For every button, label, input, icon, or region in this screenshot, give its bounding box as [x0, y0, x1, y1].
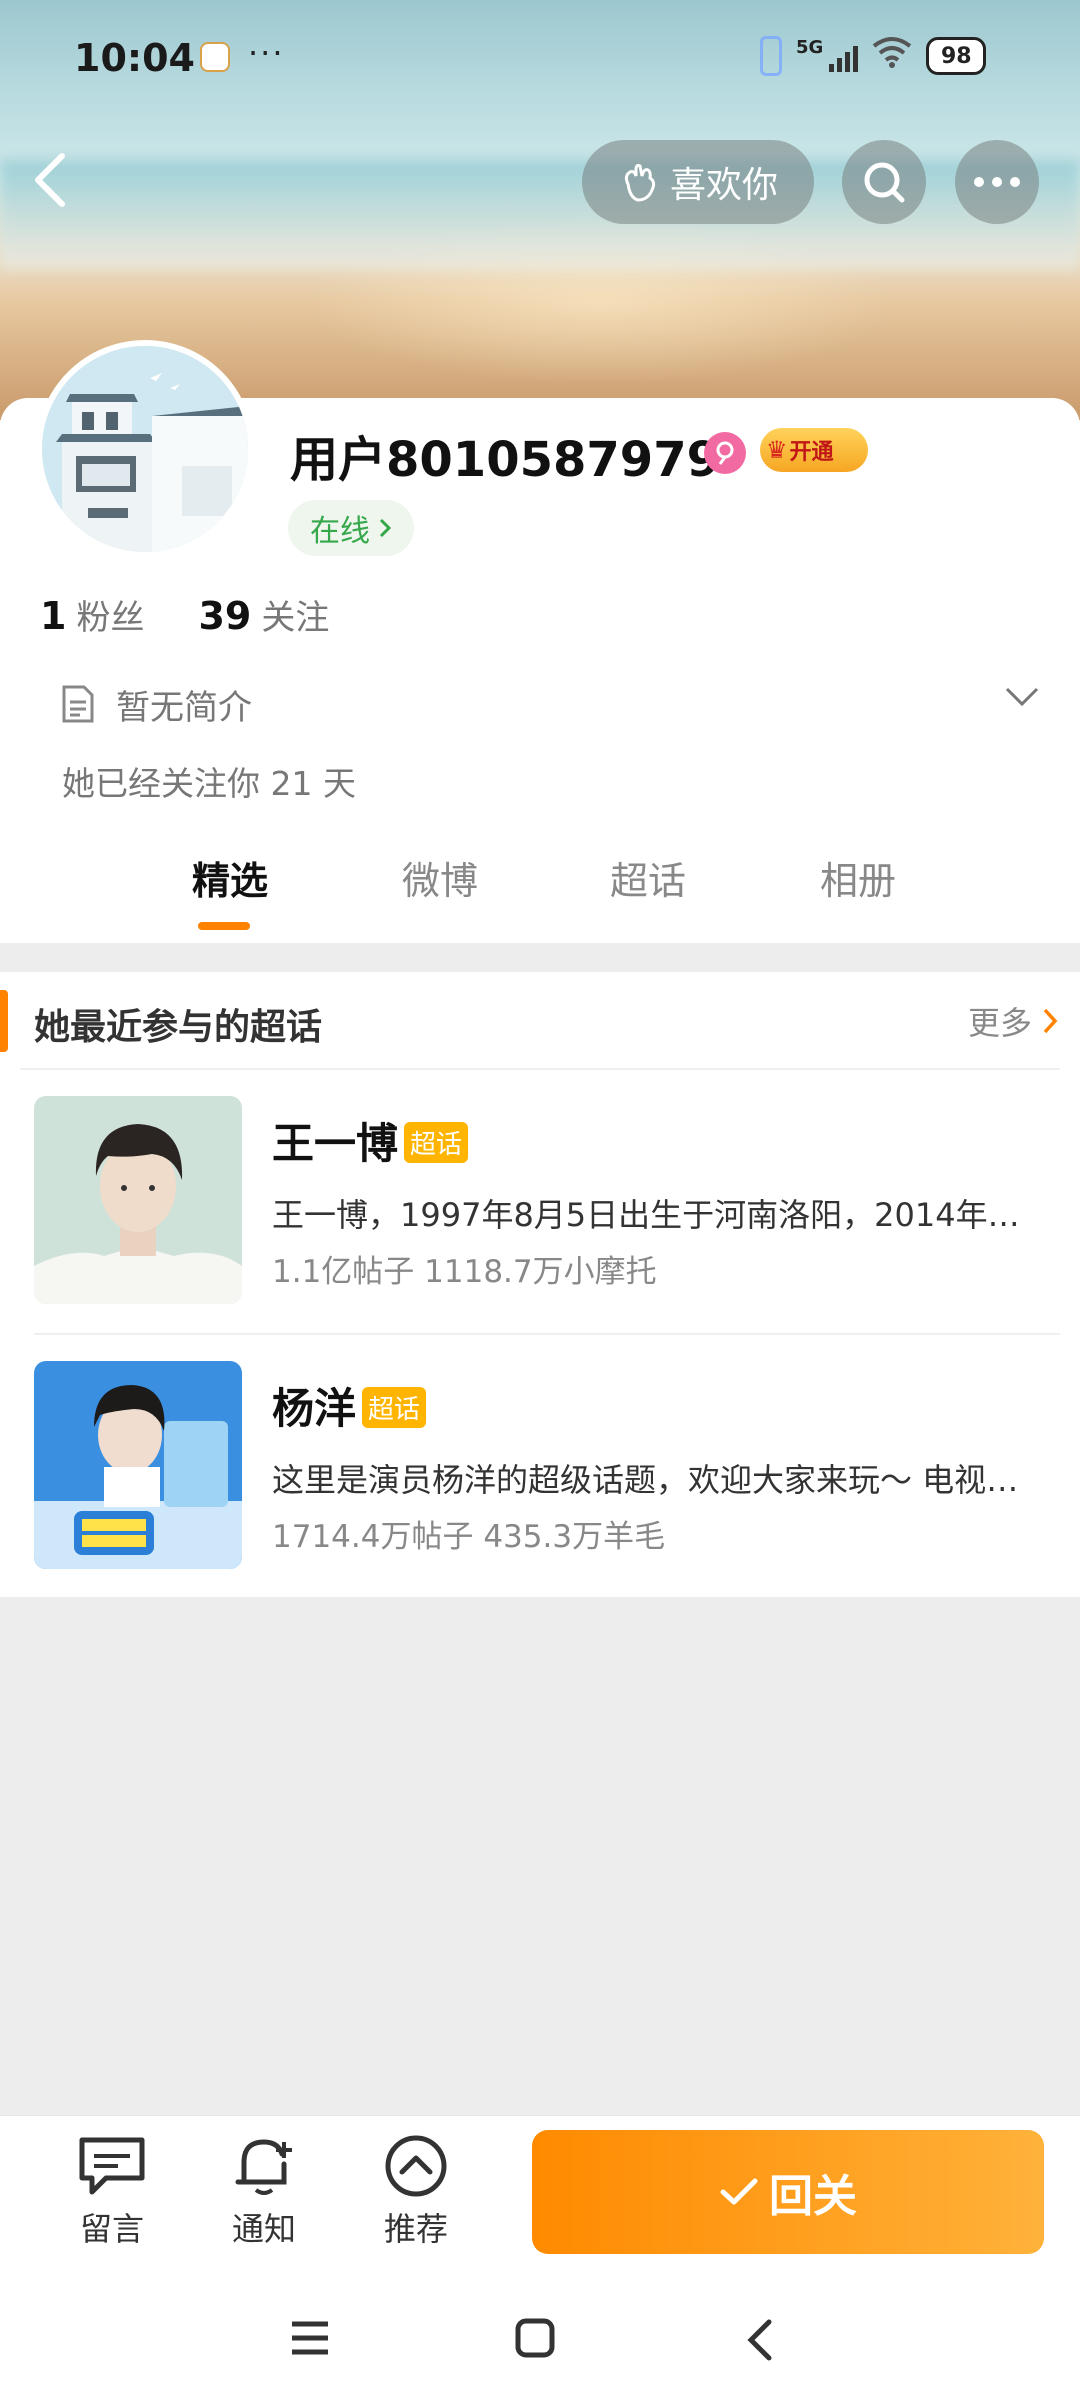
topic-name-text: 杨洋 — [272, 1384, 357, 1433]
topic-stats: 1714.4万帖子 435.3万羊毛 — [272, 1519, 666, 1555]
topic-name-text: 王一博 — [272, 1119, 399, 1168]
search-icon — [864, 162, 905, 203]
like-you-button[interactable]: 喜欢你 — [582, 140, 814, 224]
chat-bubble-icon — [79, 2137, 145, 2195]
tab-featured[interactable]: 精选 — [150, 850, 310, 905]
menu-icon[interactable] — [290, 2320, 330, 2356]
follow-back-button[interactable]: 回关 — [532, 2130, 1044, 2254]
recommend-label: 推荐 — [383, 2210, 448, 2248]
chevron-right-icon — [379, 518, 392, 538]
list-item[interactable]: 王一博超话 王一博，1997年8月5日出生于河南洛阳，2014年以组合UNIQ成… — [0, 1070, 1080, 1335]
back-triangle-icon[interactable] — [745, 2318, 775, 2362]
like-you-label: 喜欢你 — [669, 165, 778, 206]
following-count[interactable]: 39 — [198, 594, 251, 638]
online-status-label: 在线 — [310, 514, 370, 549]
topic-cover-image — [34, 1096, 242, 1304]
bio-row[interactable]: 暂无简介 — [60, 676, 1040, 732]
battery-icon: 98 — [926, 37, 987, 75]
network-type: 5G — [796, 36, 824, 58]
avatar[interactable] — [36, 340, 254, 558]
signal-icon — [829, 40, 859, 72]
tab-weibo[interactable]: 微博 — [360, 850, 520, 905]
topic-description: 这里是演员杨洋的超级话题，欢迎大家来玩～ 电视剧作品 — [272, 1461, 1032, 1499]
document-icon — [62, 685, 94, 723]
hand-heart-icon — [624, 163, 656, 202]
more-options-button[interactable] — [955, 140, 1039, 224]
recent-super-topics-section: 她最近参与的超话 更多 王一博 超话 王一博，1997年8月5日出生于河南洛阳，2… — [0, 972, 1080, 1597]
vip-open-label: 开通 — [789, 440, 834, 465]
followers-label[interactable]: 粉丝 — [76, 590, 144, 639]
back-button[interactable] — [30, 150, 80, 216]
home-square-icon[interactable] — [515, 2318, 555, 2358]
wifi-icon — [872, 36, 912, 76]
topic-description: 王一博，1997年8月5日出生于河南洛阳，2014年以组合UNIQ成员身份出道 — [272, 1196, 1032, 1234]
more-label: 更多 — [967, 1004, 1032, 1042]
topic-name: 王一博 超话 — [272, 1110, 469, 1171]
topic-cover-image — [34, 1361, 242, 1569]
follow-stats: 1 粉丝 39 关注 — [40, 590, 373, 639]
status-bar: 10:04 ··· 5G 98 — [0, 30, 1080, 90]
status-right-group: 5G 98 — [760, 34, 987, 78]
profile-tabs: 精选 微博 超话 相册 — [0, 850, 1080, 940]
message-label: 留言 — [79, 2210, 144, 2248]
username: 用户8010587979 — [290, 432, 720, 488]
chevron-down-icon[interactable] — [1004, 686, 1040, 708]
active-tab-indicator — [198, 922, 250, 930]
vibrate-icon — [760, 36, 782, 76]
message-button[interactable]: 留言 — [52, 2134, 172, 2250]
crown-icon: ♛ — [766, 436, 788, 464]
more-horizontal-icon — [974, 177, 1020, 187]
recommend-button[interactable]: 推荐 — [356, 2134, 476, 2250]
notify-button[interactable]: 通知 — [204, 2134, 324, 2250]
vip-open-badge[interactable]: ♛ 开通 — [760, 428, 868, 472]
followers-count[interactable]: 1 — [40, 594, 66, 638]
female-gender-icon — [704, 432, 746, 474]
system-nav-bar — [0, 2280, 1080, 2400]
follow-back-label: 回关 — [769, 2171, 857, 2222]
search-button[interactable] — [842, 140, 926, 224]
notify-label: 通知 — [231, 2210, 296, 2248]
list-item[interactable]: 杨洋 超话 这里是演员杨洋的超级话题，欢迎大家来玩～ 电视剧作品 1714.4万帖… — [0, 1335, 1080, 1600]
chevron-right-icon — [1043, 1008, 1058, 1034]
follow-duration-note: 她已经关注你 21 天 — [62, 764, 356, 803]
status-time: 10:04 — [74, 36, 195, 80]
topic-name: 杨洋 超话 — [272, 1375, 427, 1436]
section-title: 她最近参与的超话 — [34, 1007, 323, 1048]
super-topic-tag: 超话 — [404, 1122, 469, 1163]
topic-stats: 1.1亿帖子 1118.7万小摩托 — [272, 1254, 657, 1290]
app-notification-icon — [200, 42, 230, 72]
bio-text: 暂无简介 — [116, 687, 252, 728]
following-label[interactable]: 关注 — [261, 590, 329, 639]
bottom-action-bar: 留言 通知 推荐 回关 — [0, 2115, 1080, 2281]
chevron-left-icon — [35, 153, 65, 207]
avatar-house-image — [42, 346, 248, 552]
more-notifications-icon: ··· — [248, 34, 285, 72]
arrow-up-circle-icon — [385, 2135, 447, 2197]
section-accent-bar — [0, 990, 8, 1052]
more-link[interactable]: 更多 — [968, 998, 1058, 1044]
tab-album[interactable]: 相册 — [778, 850, 938, 905]
bell-plus-icon — [235, 2139, 292, 2195]
super-topic-tag: 超话 — [362, 1387, 427, 1428]
check-icon — [720, 2178, 758, 2205]
tab-super-topics[interactable]: 超话 — [568, 850, 728, 905]
online-status-badge[interactable]: 在线 — [288, 500, 414, 556]
